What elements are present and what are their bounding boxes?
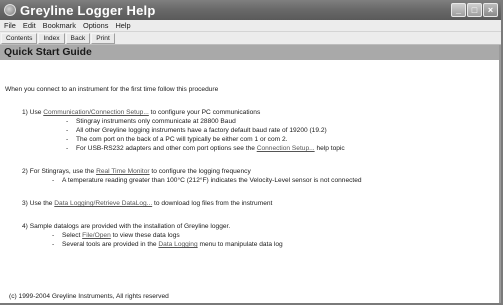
menu-options[interactable]: Options (80, 21, 111, 30)
step-4-bullet-1-post: to view these data logs (110, 232, 180, 239)
help-content: When you connect to an instrument for th… (0, 60, 501, 303)
step-2-post: to configure the logging frequency (149, 168, 251, 175)
step-1-bullet-4-post: help topic (314, 145, 345, 152)
bullet-dash: - (52, 177, 55, 184)
step-1-bullet-4: For USB-RS232 adapters and other com por… (76, 145, 345, 152)
contents-button[interactable]: Contents (1, 32, 38, 44)
retrieve-datalog-link[interactable]: Data Logging/Retrieve DataLog... (54, 200, 152, 207)
step-3-pre: Use the (29, 200, 55, 207)
step-1-bullet-1: Stingray instruments only communicate at… (76, 118, 236, 125)
real-time-monitor-link[interactable]: Real Time Monitor (96, 168, 150, 175)
bullet-dash: - (66, 118, 69, 125)
step-4: 4) Sample datalogs are provided with the… (22, 223, 230, 230)
app-icon (4, 4, 16, 16)
bullet-dash: - (52, 241, 55, 248)
window-title: Greyline Logger Help (20, 2, 156, 18)
bullet-dash: - (66, 127, 69, 134)
menu-file[interactable]: File (1, 21, 19, 30)
step-2-number: 2) (22, 168, 28, 175)
step-3: 3) Use the Data Logging/Retrieve DataLog… (22, 200, 272, 207)
intro-text: When you connect to an instrument for th… (5, 86, 219, 93)
step-1-bullet-3: The com port on the back of a PC will ty… (76, 136, 288, 143)
menu-bar: File Edit Bookmark Options Help (0, 20, 501, 32)
communication-setup-link[interactable]: Communication/Connection Setup... (43, 109, 149, 116)
maximize-button[interactable]: □ (467, 3, 482, 17)
step-2: 2) For Stingrays, use the Real Time Moni… (22, 168, 251, 175)
step-4-bullet-1-pre: Select (62, 232, 83, 239)
step-1-bullet-4-pre: For USB-RS232 adapters and other com por… (76, 145, 257, 152)
toolbar: Contents Index Back Print (0, 32, 501, 45)
title-bar[interactable]: Greyline Logger Help _ □ × (0, 0, 501, 20)
step-2-pre: For Stingrays, use the (29, 168, 97, 175)
step-4-text: Sample datalogs are provided with the in… (29, 223, 231, 230)
index-button[interactable]: Index (38, 32, 65, 44)
file-open-link[interactable]: File/Open (82, 232, 111, 239)
window-controls: _ □ × (451, 3, 498, 17)
step-1-pre: Use (29, 109, 44, 116)
back-button[interactable]: Back (65, 32, 91, 44)
help-window: Greyline Logger Help _ □ × File Edit Boo… (0, 0, 503, 305)
step-4-number: 4) (22, 223, 28, 230)
step-2-bullet: A temperature reading greater than 100°C… (62, 177, 362, 184)
step-4-bullet-2: Several tools are provided in the Data L… (62, 241, 283, 248)
copyright-text: (c) 1999-2004 Greyline Instruments, All … (9, 293, 169, 300)
data-logging-link[interactable]: Data Logging (158, 241, 197, 248)
bullet-dash: - (66, 136, 69, 143)
bullet-dash: - (66, 145, 69, 152)
bullet-dash: - (52, 232, 55, 239)
minimize-button[interactable]: _ (451, 3, 466, 17)
menu-help[interactable]: Help (112, 21, 133, 30)
step-3-post: to download log files from the instrumen… (152, 200, 273, 207)
step-1-bullet-2: All other Greyline logging instruments h… (76, 127, 327, 134)
step-3-number: 3) (22, 200, 28, 207)
step-4-bullet-2-post: menu to manipulate data log (197, 241, 283, 248)
step-1-post: to configure your PC communications (148, 109, 261, 116)
step-4-bullet-1: Select File/Open to view these data logs (62, 232, 180, 239)
topic-title: Quick Start Guide (4, 47, 92, 58)
topic-header: Quick Start Guide (0, 45, 501, 60)
step-1-number: 1) (22, 109, 28, 116)
step-1: 1) Use Communication/Connection Setup...… (22, 109, 260, 116)
window-border (499, 45, 501, 303)
menu-edit[interactable]: Edit (20, 21, 39, 30)
menu-bookmark[interactable]: Bookmark (40, 21, 79, 30)
connection-setup-link[interactable]: Connection Setup... (257, 145, 315, 152)
close-button[interactable]: × (483, 3, 498, 17)
print-button[interactable]: Print (91, 32, 115, 44)
step-4-bullet-2-pre: Several tools are provided in the (62, 241, 159, 248)
